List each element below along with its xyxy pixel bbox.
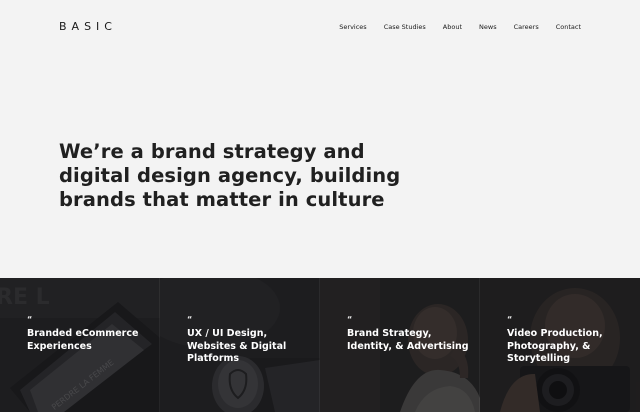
main-nav: Services Case Studies About News Careers… [339, 23, 581, 31]
nav-news[interactable]: News [479, 23, 497, 31]
services-grid: RE L PERDRE LA FEMME “ Branded eCommerce… [0, 278, 640, 412]
quote-icon: “ [187, 315, 193, 324]
service-tile-video[interactable]: “ Video Production, Photography, & Story… [480, 278, 640, 412]
site-header: BASIC Services Case Studies About News C… [0, 0, 640, 54]
service-title: UX / UI Design, Websites & Digital Platf… [187, 328, 287, 364]
quote-icon: “ [507, 315, 513, 324]
nav-case-studies[interactable]: Case Studies [384, 23, 426, 31]
service-tile-ecommerce[interactable]: RE L PERDRE LA FEMME “ Branded eCommerce… [0, 278, 160, 412]
nav-about[interactable]: About [443, 23, 462, 31]
service-title: Video Production, Photography, & Storyte… [507, 328, 603, 364]
quote-icon: “ [347, 315, 353, 324]
site-logo[interactable]: BASIC [59, 20, 117, 33]
quote-icon: “ [27, 315, 33, 324]
hero-headline: We’re a brand strategy and digital desig… [59, 140, 401, 211]
nav-contact[interactable]: Contact [556, 23, 581, 31]
service-title: Branded eCommerce Experiences [27, 328, 139, 352]
nav-careers[interactable]: Careers [514, 23, 539, 31]
nav-services[interactable]: Services [339, 23, 366, 31]
service-tile-brand-strategy[interactable]: “ Brand Strategy, Identity, & Advertisin… [320, 278, 480, 412]
service-title: Brand Strategy, Identity, & Advertising [347, 328, 469, 352]
service-tile-ux-ui[interactable]: “ UX / UI Design, Websites & Digital Pla… [160, 278, 320, 412]
